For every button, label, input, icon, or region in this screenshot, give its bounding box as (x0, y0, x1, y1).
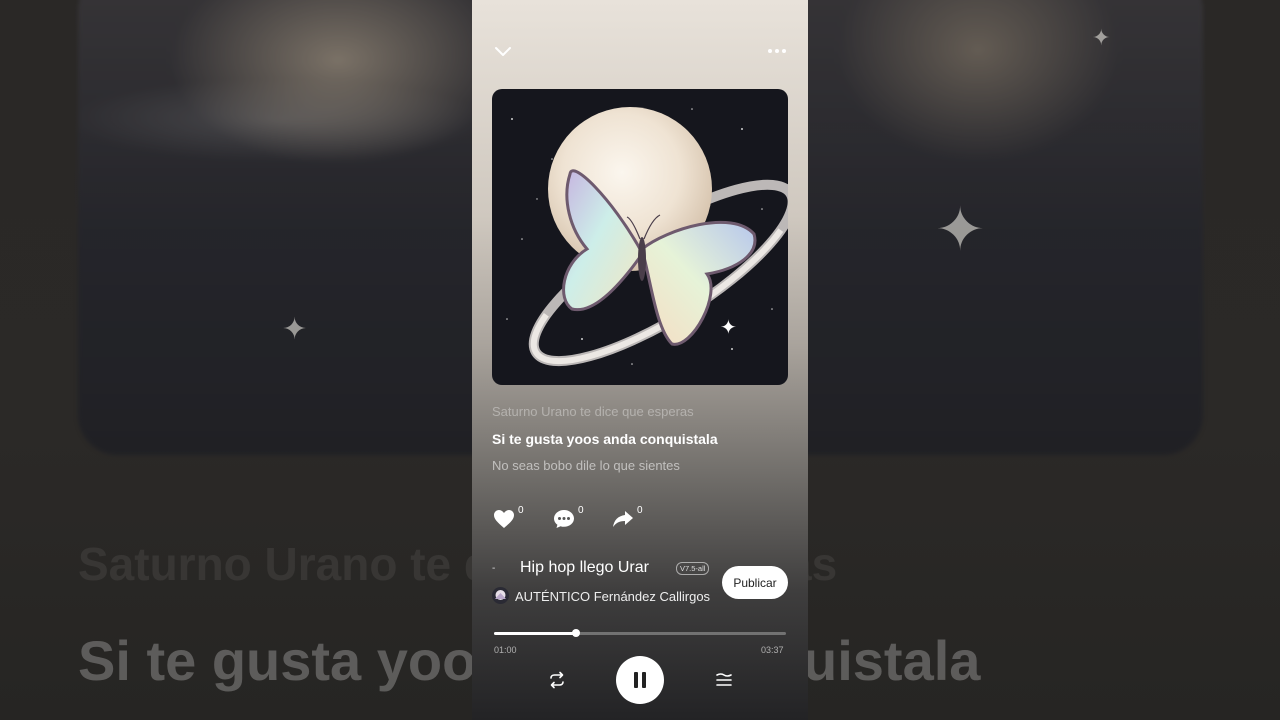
more-dots-icon[interactable] (766, 40, 788, 62)
like-count: 0 (518, 505, 524, 516)
version-badge: V7.5-all (676, 562, 710, 575)
chevron-down-icon[interactable] (492, 40, 514, 62)
progress-handle[interactable] (571, 629, 580, 637)
progress-fill (494, 632, 576, 635)
share-count: 0 (637, 505, 643, 516)
title-marker: - (492, 563, 496, 574)
lyric-line-previous[interactable]: Saturno Urano te dice que esperas (492, 404, 694, 419)
music-player-panel: ✦ Saturno Urano te dice que esperas Si t… (472, 0, 808, 720)
like-button[interactable]: 0 (492, 505, 532, 533)
sparkle-icon: ✦ (935, 196, 986, 263)
progress-bar[interactable] (494, 629, 786, 637)
comment-icon (554, 510, 574, 528)
lyric-line-current[interactable]: Si te gusta yoos anda conquistala (492, 431, 718, 447)
lyric-line-next[interactable]: No seas bobo dile lo que sientes (492, 458, 680, 473)
sparkle-icon: ✦ (1092, 25, 1111, 50)
artist-name[interactable]: AUTÉNTICO Fernández Callirgos (515, 589, 710, 604)
song-title[interactable]: Hip hop llego Urar (520, 559, 649, 577)
publish-button[interactable]: Publicar (722, 566, 788, 599)
heart-icon (494, 510, 514, 528)
share-button[interactable]: 0 (611, 505, 651, 533)
comment-count: 0 (578, 505, 584, 516)
album-cover: ✦ (492, 89, 788, 385)
artist-avatar[interactable] (492, 587, 509, 604)
sparkle-icon: ✦ (282, 313, 308, 346)
svg-text:✦: ✦ (720, 315, 737, 339)
time-elapsed: 01:00 (494, 645, 517, 655)
playlist-icon[interactable] (713, 669, 735, 691)
pause-icon (634, 672, 646, 688)
comment-button[interactable]: 0 (552, 505, 592, 533)
repeat-icon[interactable] (546, 669, 568, 691)
time-total: 03:37 (761, 645, 784, 655)
pause-button[interactable] (616, 656, 664, 704)
share-arrow-icon (613, 511, 633, 527)
